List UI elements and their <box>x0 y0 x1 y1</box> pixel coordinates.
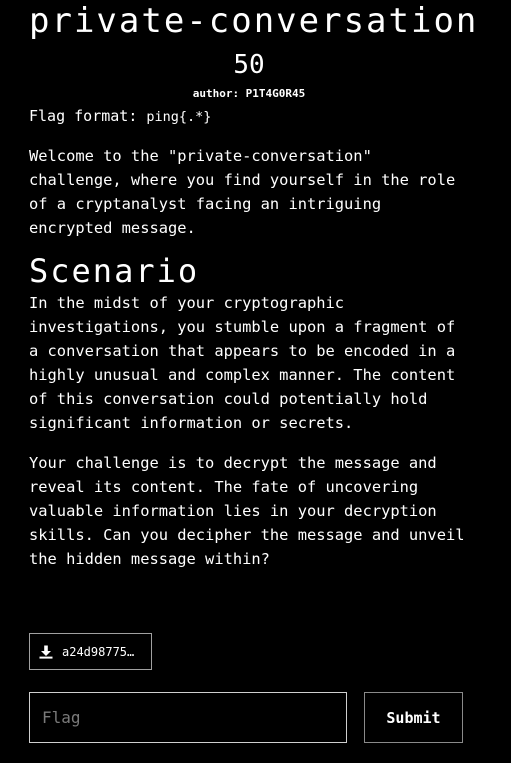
download-icon <box>39 645 53 659</box>
attachment-filename: a24d98775… <box>62 644 135 659</box>
challenge-author: author: P1T4G0R45 <box>192 87 306 100</box>
scenario-paragraph-1: In the midst of your cryptographic inves… <box>29 294 456 432</box>
flag-format: Flag format: ping{.*} <box>29 104 469 129</box>
scenario-paragraph-2: Your challenge is to decrypt the message… <box>29 454 465 568</box>
submit-button[interactable]: Submit <box>364 692 463 743</box>
flag-input[interactable] <box>29 692 347 743</box>
flag-format-label: Flag format: <box>29 107 147 125</box>
intro-paragraph: Welcome to the "private-conversation" ch… <box>29 147 456 237</box>
challenge-title: private-conversation <box>29 1 479 41</box>
challenge-panel: private-conversation 50 author: P1T4G0R4… <box>29 0 479 743</box>
attachment-download-button[interactable]: a24d98775… <box>29 633 152 670</box>
challenge-points: 50 <box>233 50 265 80</box>
flag-format-value: ping{.*} <box>146 109 212 125</box>
scenario-heading: Scenario <box>29 252 200 290</box>
